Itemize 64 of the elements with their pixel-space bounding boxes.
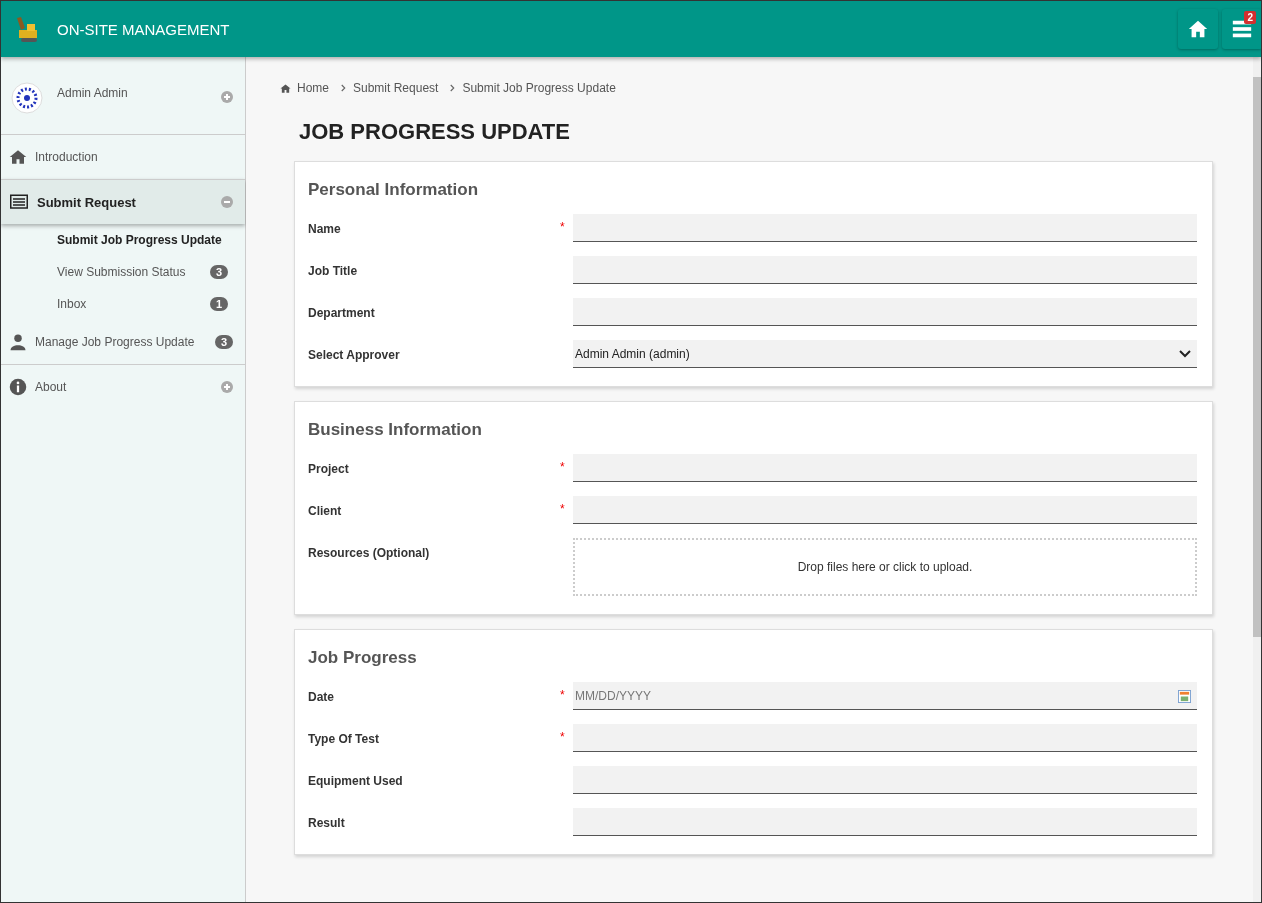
- input-field[interactable]: [573, 256, 1197, 284]
- page-title: JOB PROGRESS UPDATE: [299, 119, 571, 145]
- field-label: Department: [308, 305, 376, 320]
- chevron-down-icon: [1179, 349, 1191, 358]
- notifications-button[interactable]: 2: [1222, 9, 1261, 49]
- expand-toggle-icon[interactable]: [221, 381, 233, 393]
- home-icon: [1187, 18, 1209, 40]
- chevron-icon: [341, 84, 347, 92]
- count-badge: 3: [214, 335, 233, 349]
- field-label: Client: [308, 503, 343, 518]
- field-label: Date: [308, 689, 335, 704]
- field-label: Equipment Used: [308, 773, 404, 788]
- input-field[interactable]: [573, 808, 1197, 836]
- breadcrumb-link[interactable]: Submit Job Progress Update: [462, 81, 616, 95]
- field-label: Project: [308, 461, 350, 476]
- breadcrumb-link[interactable]: Submit Request: [353, 81, 439, 95]
- required-mark: *: [560, 219, 566, 234]
- user-icon: [9, 333, 27, 351]
- breadcrumb-link[interactable]: Home: [297, 81, 329, 95]
- count-badge: 1: [209, 297, 228, 311]
- calendar-icon[interactable]: [1178, 690, 1191, 703]
- required-mark: *: [560, 729, 566, 744]
- required-mark: *: [560, 501, 566, 516]
- list-icon: [9, 193, 29, 211]
- file-drop-zone[interactable]: Drop files here or click to upload.: [573, 538, 1197, 596]
- submenu-item[interactable]: View Submission Status 3: [1, 256, 245, 288]
- input-field[interactable]: [573, 298, 1197, 326]
- submenu-item[interactable]: Inbox 1: [1, 288, 245, 320]
- field-label: Resources (Optional): [308, 545, 431, 560]
- chevron-icon: [450, 84, 457, 92]
- app-title: ON-SITE MANAGEMENT: [57, 20, 230, 38]
- field-label: Select Approver: [308, 347, 401, 362]
- sidebar-item[interactable]: Manage Job Progress Update 3: [1, 320, 245, 364]
- user-name: Admin Admin: [57, 86, 129, 100]
- notification-badge: 2: [1244, 11, 1256, 24]
- required-mark: *: [560, 687, 566, 702]
- section-title: Business Information: [308, 420, 483, 440]
- approver-dropdown[interactable]: Admin Admin (admin): [573, 340, 1197, 368]
- home-icon: [9, 148, 27, 166]
- expand-toggle-icon[interactable]: [221, 91, 233, 103]
- input-field[interactable]: [573, 496, 1197, 524]
- avatar-icon: [11, 82, 43, 114]
- scrollbar[interactable]: [1253, 57, 1261, 902]
- sidebar-item[interactable]: About: [1, 364, 245, 409]
- sidebar-item[interactable]: Introduction: [1, 135, 245, 179]
- home-icon: [280, 82, 291, 94]
- info-icon: [9, 378, 27, 396]
- input-field[interactable]: [573, 724, 1197, 752]
- submenu-item[interactable]: Submit Job Progress Update: [1, 224, 245, 256]
- date-field[interactable]: MM/DD/YYYY: [573, 682, 1197, 710]
- field-label: Job Title: [308, 263, 359, 278]
- section-title: Personal Information: [308, 180, 480, 200]
- sidebar-item[interactable]: Submit Request: [1, 179, 245, 224]
- input-field[interactable]: [573, 766, 1197, 794]
- input-field[interactable]: [573, 214, 1197, 242]
- section-title: Job Progress: [308, 648, 418, 668]
- required-mark: *: [560, 459, 566, 474]
- input-field[interactable]: [573, 454, 1197, 482]
- field-label: Type Of Test: [308, 731, 380, 746]
- field-label: Name: [308, 221, 342, 236]
- field-label: Result: [308, 815, 346, 830]
- expand-toggle-icon[interactable]: [221, 196, 233, 208]
- count-badge: 3: [209, 265, 228, 279]
- home-button[interactable]: [1178, 9, 1218, 49]
